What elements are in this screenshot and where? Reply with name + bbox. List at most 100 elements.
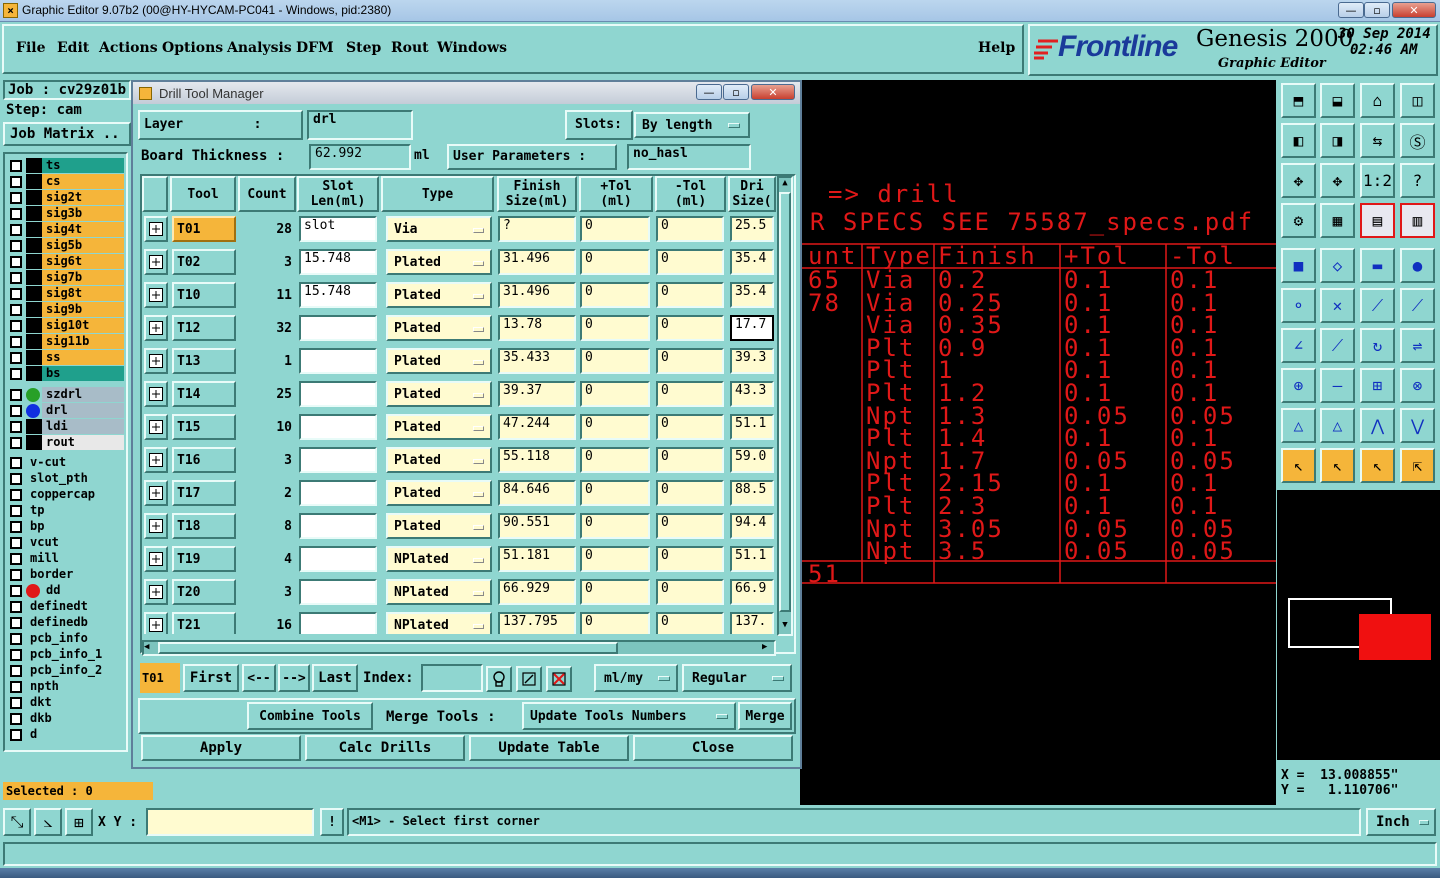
snap-grid-icon[interactable]: ⊞: [65, 808, 93, 836]
tool-id[interactable]: T13: [172, 348, 236, 374]
slot-length-field[interactable]: [299, 546, 377, 572]
row-select-icon[interactable]: [144, 546, 168, 572]
slot-length-field[interactable]: [299, 579, 377, 605]
line-node-icon[interactable]: ⟋: [1360, 288, 1395, 323]
overview-map[interactable]: [1277, 490, 1440, 760]
pad-icon[interactable]: ■: [1281, 248, 1316, 283]
tool-id[interactable]: T10: [172, 282, 236, 308]
minus-tol-field[interactable]: 0: [656, 315, 724, 341]
layer-checkbox[interactable]: [10, 568, 22, 581]
drill-size-field[interactable]: 59.0: [730, 447, 774, 473]
layer-checkbox[interactable]: [10, 239, 22, 252]
type-option-menu[interactable]: Plated: [386, 315, 492, 341]
layer-checkbox[interactable]: [10, 728, 22, 741]
layer-value-field[interactable]: drl: [307, 110, 413, 140]
column-header-minus-tol[interactable]: -Tol (ml): [655, 176, 726, 212]
maximize-button[interactable]: ▫: [1364, 2, 1390, 18]
measure-icon[interactable]: ⦣: [34, 808, 62, 836]
type-option-menu[interactable]: NPlated: [386, 579, 492, 605]
layer-row-v-cut[interactable]: v-cut: [8, 455, 124, 470]
type-option-menu[interactable]: NPlated: [386, 546, 492, 572]
finish-size-field[interactable]: 84.646: [498, 480, 576, 506]
layer-row-bs[interactable]: bs: [8, 366, 124, 381]
layer-checkbox[interactable]: [10, 648, 22, 661]
minus-tol-field[interactable]: 0: [656, 216, 724, 242]
layer-checkbox[interactable]: [10, 420, 22, 433]
menu-analysis[interactable]: Analysis: [227, 40, 292, 56]
layer-checkbox[interactable]: [10, 712, 22, 725]
select-icon[interactable]: ↖: [1281, 448, 1316, 483]
layer-row-definedt[interactable]: definedt: [8, 599, 124, 614]
menu-step[interactable]: Step: [346, 40, 381, 56]
plus-tol-field[interactable]: 0: [580, 249, 650, 275]
job-matrix-button[interactable]: Job Matrix ..: [3, 122, 131, 146]
layer-row-dd[interactable]: dd: [8, 583, 124, 598]
layer-row-bp[interactable]: bp: [8, 519, 124, 534]
layer-checkbox[interactable]: [10, 680, 22, 693]
layer-checkbox[interactable]: [10, 520, 22, 533]
row-select-icon[interactable]: [144, 480, 168, 506]
layer-row-ldi[interactable]: ldi: [8, 419, 124, 434]
minus-tol-field[interactable]: 0: [656, 447, 724, 473]
layer-row-definedb[interactable]: definedb: [8, 615, 124, 630]
last-button[interactable]: Last: [312, 664, 358, 692]
layer-checkbox[interactable]: [10, 584, 22, 597]
finish-size-field[interactable]: ?: [498, 216, 576, 242]
menu-windows[interactable]: Windows: [437, 40, 507, 56]
minus-tol-field[interactable]: 0: [656, 348, 724, 374]
layer-down-icon[interactable]: ⬓: [1320, 83, 1355, 118]
layer-checkbox[interactable]: [10, 207, 22, 220]
layer-row-szdrl[interactable]: szdrl: [8, 387, 124, 402]
zoom-out-icon[interactable]: ◨: [1320, 123, 1355, 158]
layer-checkbox[interactable]: [10, 536, 22, 549]
first-button[interactable]: First: [183, 664, 239, 692]
layer-checkbox[interactable]: [10, 616, 22, 629]
layer-row-mill[interactable]: mill: [8, 551, 124, 566]
drill-size-field[interactable]: 17.7: [730, 315, 774, 341]
drill-size-field[interactable]: 66.9: [730, 579, 774, 605]
step-icon[interactable]: Ⓢ: [1400, 123, 1435, 158]
plus-tol-field[interactable]: 0: [580, 546, 650, 572]
column-header-tool[interactable]: Tool: [170, 176, 236, 212]
node-icon[interactable]: ⚬: [1281, 288, 1316, 323]
layer-checkbox[interactable]: [10, 388, 22, 401]
finish-size-field[interactable]: 90.551: [498, 513, 576, 539]
finish-size-field[interactable]: 137.795: [498, 612, 576, 634]
plus-tol-field[interactable]: 0: [580, 447, 650, 473]
drill-size-field[interactable]: 39.3: [730, 348, 774, 374]
dialog-close-button[interactable]: ✕: [751, 84, 795, 100]
scroll-right-arrow-icon[interactable]: ▶: [762, 642, 774, 654]
drill-size-field[interactable]: 88.5: [730, 480, 774, 506]
combine-tools-button[interactable]: Combine Tools: [247, 702, 373, 730]
drill-size-field[interactable]: 94.4: [730, 513, 774, 539]
arrow-down-icon[interactable]: ⋁: [1400, 408, 1435, 443]
layer-row-sig5b[interactable]: sig5b: [8, 238, 124, 253]
horizontal-scrollbar[interactable]: ◀ ▶: [142, 640, 776, 656]
overlap-icon[interactable]: ⊗: [1400, 368, 1435, 403]
plus-tol-field[interactable]: 0: [580, 315, 650, 341]
layer-row-pcb_info[interactable]: pcb_info: [8, 631, 124, 646]
layer-row-rout[interactable]: rout: [8, 435, 124, 450]
slot-length-field[interactable]: [299, 480, 377, 506]
row-select-icon[interactable]: [144, 315, 168, 341]
layer-checkbox[interactable]: [10, 696, 22, 709]
lasso-select-icon[interactable]: ↖: [1360, 448, 1395, 483]
slot-length-field[interactable]: [299, 612, 377, 634]
slot-length-field[interactable]: [299, 381, 377, 407]
drill-size-field[interactable]: 51.1: [730, 414, 774, 440]
layer-checkbox[interactable]: [10, 600, 22, 613]
dialog-maximize-button[interactable]: ▫: [723, 84, 749, 100]
scroll-left-arrow-icon[interactable]: ◀: [144, 642, 156, 654]
slot-length-field[interactable]: 15.748: [299, 282, 377, 308]
layer-row-pcb_info_1[interactable]: pcb_info_1: [8, 647, 124, 662]
row-select-icon[interactable]: [144, 414, 168, 440]
arc-icon[interactable]: △: [1320, 408, 1355, 443]
tool-id[interactable]: T14: [172, 381, 236, 407]
row-select-icon[interactable]: [144, 249, 168, 275]
minus-tol-field[interactable]: 0: [656, 612, 724, 634]
drill-size-field[interactable]: 35.4: [730, 282, 774, 308]
move-icon[interactable]: ⊕: [1281, 368, 1316, 403]
close-window-button[interactable]: ✕: [1392, 2, 1436, 18]
update-table-button[interactable]: Update Table: [469, 735, 629, 761]
vertical-scrollbar[interactable]: ▲ ▼: [777, 176, 793, 636]
